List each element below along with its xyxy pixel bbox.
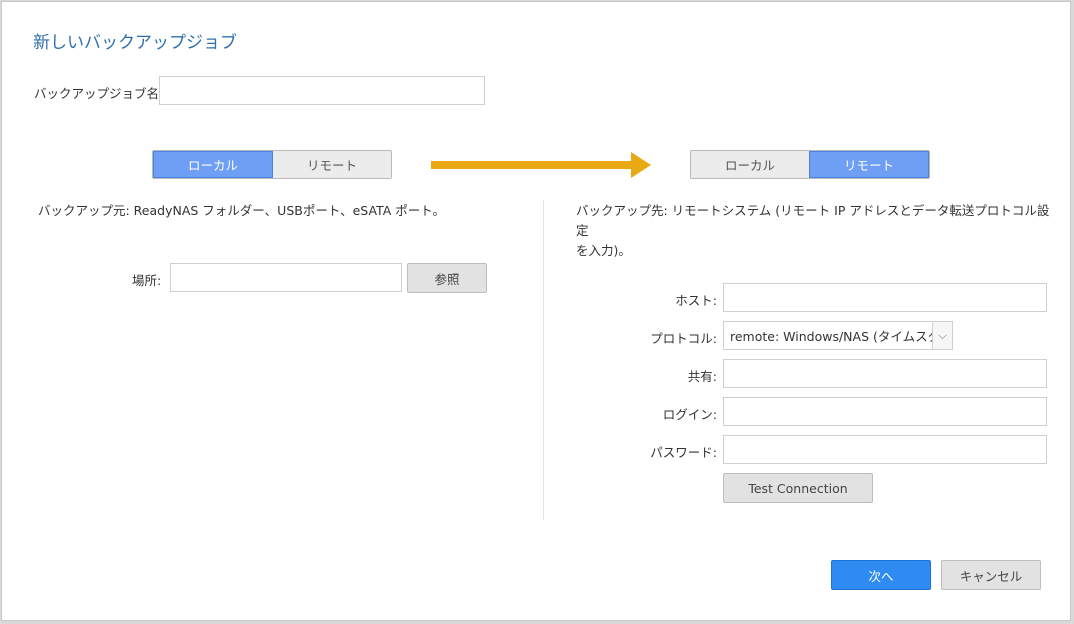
destination-local-option[interactable]: ローカル [691, 151, 809, 178]
destination-description: バックアップ先: リモートシステム (リモート IP アドレスとデータ転送プロト… [576, 201, 1056, 261]
direction-arrow-icon [431, 152, 651, 178]
share-input[interactable] [723, 359, 1047, 388]
login-label: ログイン: [662, 407, 717, 422]
browse-button[interactable]: 参照 [407, 263, 487, 293]
job-name-input[interactable] [159, 76, 485, 105]
source-remote-option[interactable]: リモート [273, 151, 391, 178]
destination-description-line1: バックアップ先: リモートシステム (リモート IP アドレスとデータ転送プロト… [576, 203, 1050, 238]
new-backup-job-dialog: 新しいバックアップジョブ バックアップジョブ名: ローカル リモート ローカル … [1, 1, 1071, 621]
cancel-button[interactable]: キャンセル [941, 560, 1041, 590]
login-input[interactable] [723, 397, 1047, 426]
next-button[interactable]: 次へ [831, 560, 931, 590]
section-divider [543, 200, 544, 520]
location-input[interactable] [170, 263, 402, 292]
source-description: バックアップ元: ReadyNAS フォルダー、USBポート、eSATA ポート… [38, 203, 445, 218]
host-label: ホスト: [675, 293, 717, 308]
job-name-label: バックアップジョブ名: [34, 86, 164, 101]
password-input[interactable] [723, 435, 1047, 464]
location-label: 場所: [132, 273, 162, 288]
test-connection-button[interactable]: Test Connection [723, 473, 873, 503]
source-toggle: ローカル リモート [152, 150, 392, 179]
password-label: パスワード: [650, 445, 717, 460]
chevron-down-icon[interactable]: ⌵ [932, 322, 952, 349]
dialog-title: 新しいバックアップジョブ [33, 33, 237, 53]
source-local-option[interactable]: ローカル [153, 151, 273, 178]
destination-description-line2: を入力)。 [576, 243, 631, 258]
protocol-select[interactable]: remote: Windows/NAS (タイムスタンプ) ⌵ [723, 321, 953, 350]
share-label: 共有: [687, 369, 717, 384]
destination-remote-option[interactable]: リモート [809, 151, 929, 178]
host-input[interactable] [723, 283, 1047, 312]
destination-toggle: ローカル リモート [690, 150, 930, 179]
protocol-selected-value: remote: Windows/NAS (タイムスタンプ) [730, 329, 932, 344]
protocol-label: プロトコル: [650, 331, 717, 346]
